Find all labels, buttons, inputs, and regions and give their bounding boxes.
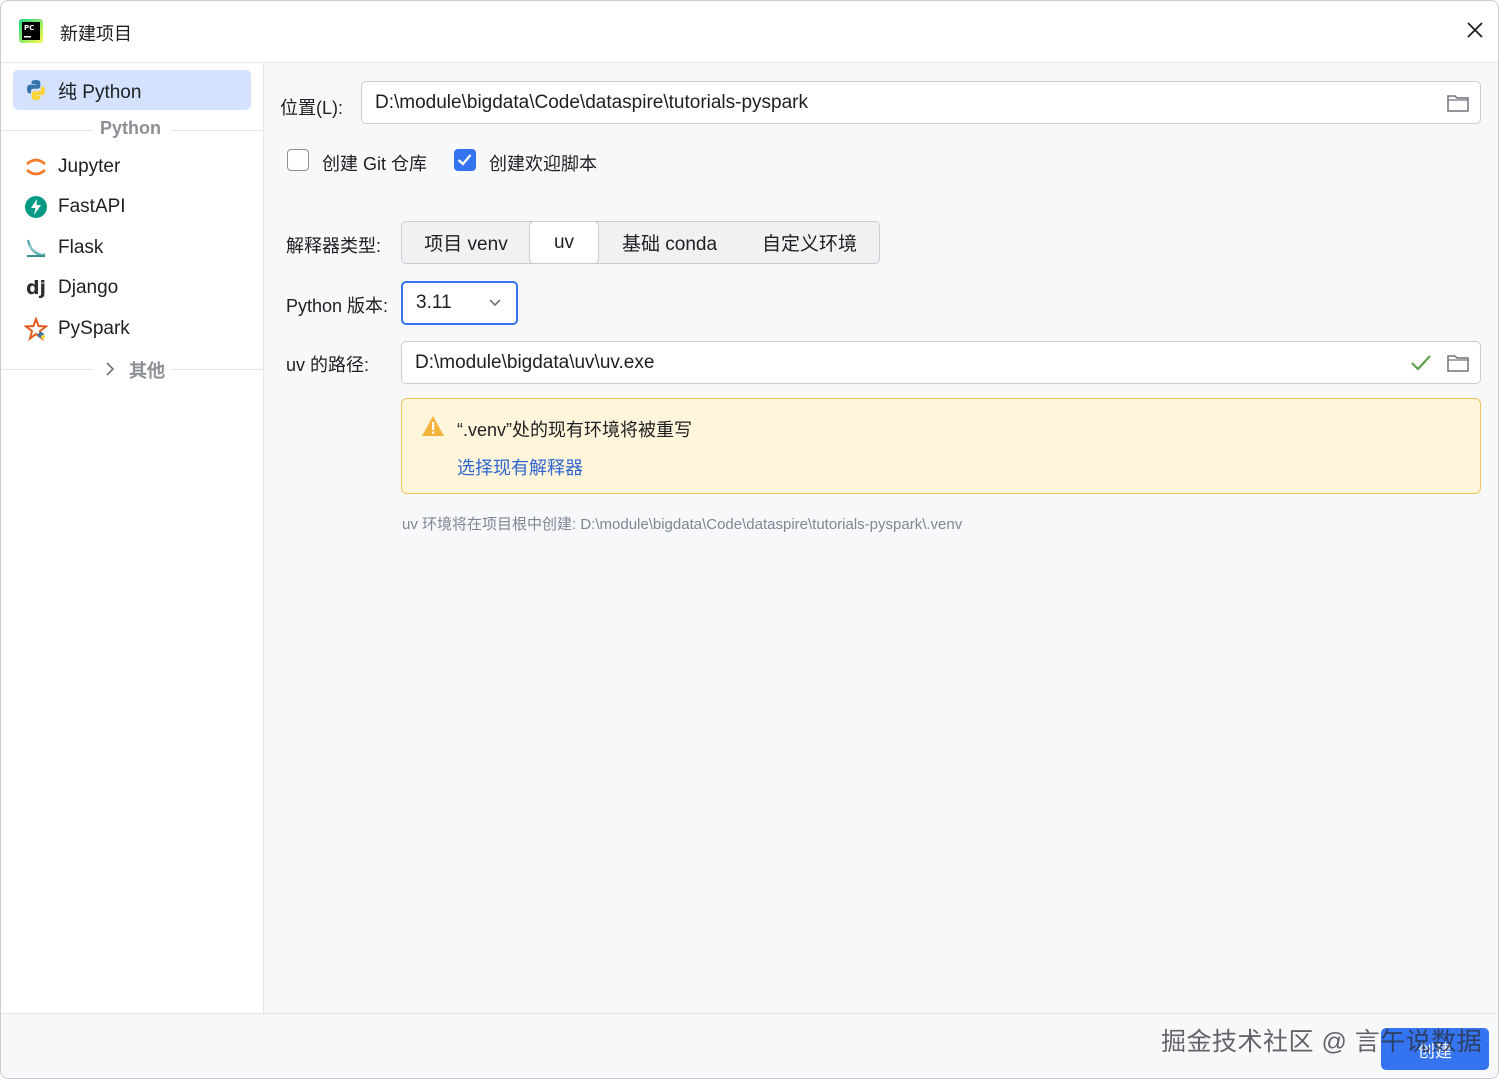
sidebar-item-fastapi[interactable]: FastAPI bbox=[13, 187, 251, 227]
warning-banner: “.venv”处的现有环境将被重写 选择现有解释器 bbox=[401, 398, 1481, 494]
tab-custom-environment[interactable]: 自定义环境 bbox=[742, 222, 877, 263]
dialog-footer: 创建 掘金技术社区 @ 言午说数据 bbox=[1, 1013, 1498, 1078]
title-bar: PC 新建项目 bbox=[1, 1, 1498, 63]
new-project-dialog: PC 新建项目 纯 Python Python Jupyter FastAPI … bbox=[0, 0, 1499, 1079]
location-label: 位置(L): bbox=[280, 98, 343, 118]
python-icon bbox=[23, 77, 49, 103]
sidebar-item-pyspark[interactable]: PySpark bbox=[13, 309, 251, 349]
tab-uv[interactable]: uv bbox=[529, 221, 599, 264]
python-version-label: Python 版本: bbox=[286, 296, 389, 316]
venv-location-hint: uv 环境将在项目根中创建: D:\module\bigdata\Code\da… bbox=[402, 516, 963, 533]
tab-base-conda[interactable]: 基础 conda bbox=[602, 222, 737, 263]
sidebar-item-pure-python[interactable]: 纯 Python bbox=[13, 70, 251, 110]
project-type-sidebar: 纯 Python Python Jupyter FastAPI Flask dj… bbox=[1, 63, 264, 1013]
select-existing-interpreter-link[interactable]: 选择现有解释器 bbox=[457, 454, 583, 480]
uv-path-label: uv 的路径: bbox=[286, 355, 370, 375]
group-title-python: Python bbox=[100, 118, 161, 138]
close-icon[interactable] bbox=[1463, 18, 1487, 42]
checkmark-icon bbox=[457, 154, 472, 166]
jupyter-icon bbox=[23, 154, 49, 180]
interpreter-type-label: 解释器类型: bbox=[286, 236, 382, 256]
project-settings-form: 位置(L): D:\module\bigdata\Code\dataspire\… bbox=[265, 63, 1498, 1013]
sidebar-item-label: 纯 Python bbox=[58, 81, 142, 103]
sidebar-item-django[interactable]: dj Django bbox=[13, 268, 251, 308]
check-valid-icon bbox=[1411, 355, 1431, 371]
group-title-other[interactable]: 其他 bbox=[129, 357, 165, 383]
warning-text: “.venv”处的现有环境将被重写 bbox=[457, 420, 693, 440]
create-git-checkbox[interactable] bbox=[287, 149, 309, 171]
create-welcome-script-checkbox[interactable] bbox=[454, 149, 476, 171]
create-welcome-script-label[interactable]: 创建欢迎脚本 bbox=[489, 150, 597, 176]
sidebar-item-flask[interactable]: Flask bbox=[13, 228, 251, 268]
location-field[interactable]: D:\module\bigdata\Code\dataspire\tutoria… bbox=[361, 81, 1481, 124]
warning-icon bbox=[422, 416, 444, 436]
fastapi-icon bbox=[23, 194, 49, 220]
chevron-right-icon[interactable] bbox=[104, 361, 116, 377]
uv-path-value: D:\module\bigdata\uv\uv.exe bbox=[415, 351, 655, 373]
sidebar-item-label: Django bbox=[58, 277, 119, 298]
chevron-down-icon bbox=[489, 299, 501, 307]
sidebar-item-jupyter[interactable]: Jupyter bbox=[13, 147, 251, 187]
python-version-select[interactable]: 3.11 bbox=[401, 281, 518, 325]
sidebar-item-label: Flask bbox=[58, 237, 104, 258]
pyspark-icon bbox=[23, 316, 49, 342]
django-icon: dj bbox=[25, 277, 47, 299]
sidebar-item-label: FastAPI bbox=[58, 196, 126, 217]
group-separator-python: Python bbox=[1, 118, 263, 142]
watermark: 掘金技术社区 @ 言午说数据 bbox=[1161, 1028, 1483, 1056]
location-value: D:\module\bigdata\Code\dataspire\tutoria… bbox=[375, 91, 809, 113]
uv-path-field[interactable]: D:\module\bigdata\uv\uv.exe bbox=[401, 341, 1481, 384]
sidebar-item-label: Jupyter bbox=[58, 156, 121, 177]
flask-icon bbox=[23, 235, 49, 261]
dialog-title: 新建项目 bbox=[60, 24, 132, 44]
pycharm-icon: PC bbox=[19, 19, 43, 43]
folder-icon[interactable] bbox=[1446, 353, 1470, 373]
sidebar-item-label: PySpark bbox=[58, 318, 130, 339]
folder-icon[interactable] bbox=[1446, 93, 1470, 113]
svg-text:PC: PC bbox=[24, 24, 34, 32]
group-separator-other[interactable]: 其他 bbox=[1, 357, 263, 381]
create-git-label[interactable]: 创建 Git 仓库 bbox=[322, 150, 427, 176]
python-version-value: 3.11 bbox=[416, 292, 452, 313]
tab-project-venv[interactable]: 项目 venv bbox=[402, 222, 530, 263]
interpreter-type-selector: 项目 venv uv 基础 conda 自定义环境 bbox=[401, 221, 880, 264]
